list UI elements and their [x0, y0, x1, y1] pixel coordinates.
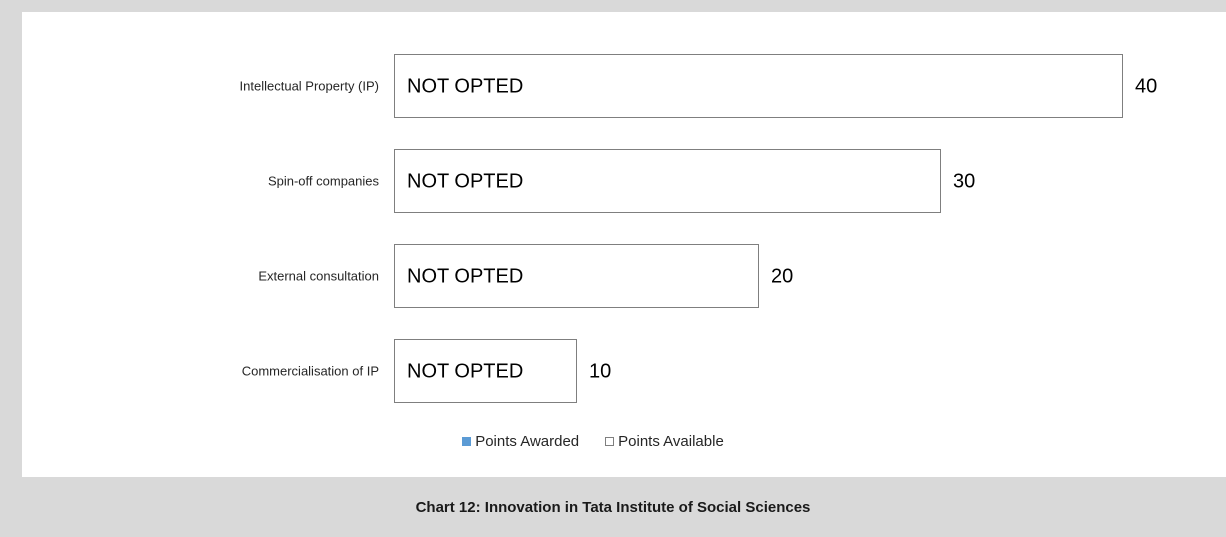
chart-caption: Chart 12: Innovation in Tata Institute o… — [415, 499, 811, 516]
category-label: Commercialisation of IP — [242, 364, 379, 379]
category-label: External consultation — [258, 269, 379, 284]
legend-label-available: Points Available — [618, 433, 724, 450]
legend-swatch-awarded — [462, 437, 472, 446]
chart-panel: Intellectual Property (IP) NOT OPTED 40 Spi… — [22, 12, 1226, 477]
bar-chart: Intellectual Property (IP) NOT OPTED 40 Spi… — [240, 54, 1157, 403]
legend: Points Awarded Points Available — [0, 433, 1195, 450]
legend-item-awarded: Points Awarded — [462, 433, 579, 450]
data-label: 30 — [953, 171, 975, 193]
category-label: Spin-off companies — [268, 174, 380, 189]
legend-item-available: Points Available — [605, 433, 724, 450]
legend-swatch-available — [605, 437, 615, 446]
data-label: 20 — [771, 266, 793, 288]
data-label: 10 — [589, 361, 611, 383]
bar-status-label: NOT OPTED — [407, 171, 523, 193]
bar-status-label: NOT OPTED — [407, 76, 523, 98]
data-label: 40 — [1135, 76, 1157, 98]
bar-status-label: NOT OPTED — [407, 266, 523, 288]
bar-status-label: NOT OPTED — [407, 361, 523, 383]
legend-label-awarded: Points Awarded — [475, 433, 580, 450]
category-label: Intellectual Property (IP) — [240, 79, 379, 94]
